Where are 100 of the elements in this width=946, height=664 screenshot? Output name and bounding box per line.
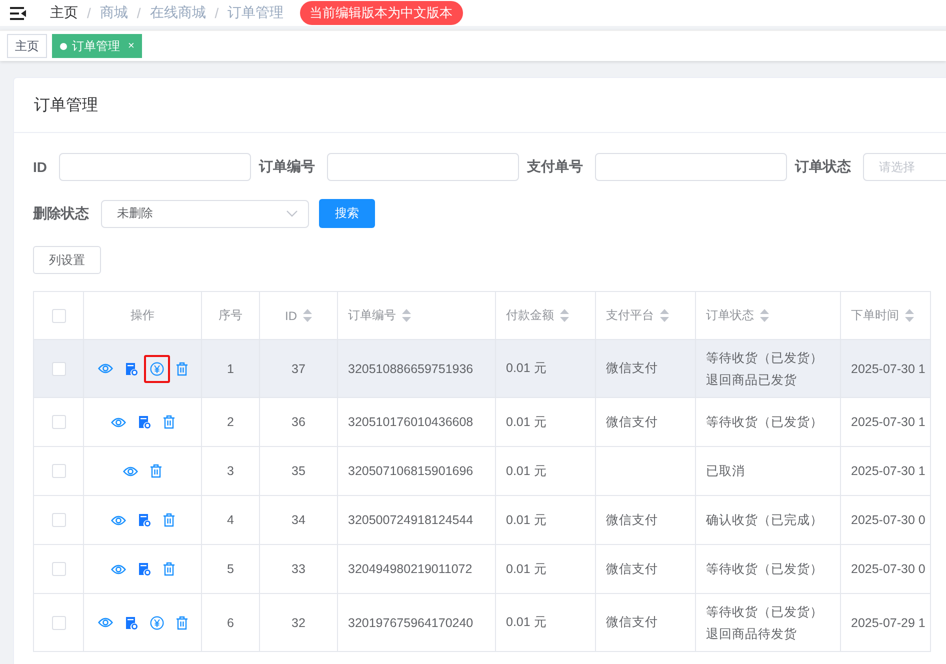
- input-field[interactable]: [595, 153, 787, 181]
- breadcrumb-item[interactable]: 主页: [50, 4, 78, 22]
- column-header: 订单状态: [706, 307, 754, 324]
- sort-icon[interactable]: [760, 309, 769, 322]
- breadcrumb-separator: /: [136, 5, 141, 21]
- table-cell: 4: [227, 513, 234, 527]
- eye-icon[interactable]: [110, 564, 126, 574]
- table-cell: 36: [292, 415, 306, 429]
- eye-icon[interactable]: [110, 416, 126, 428]
- table-cell: 0.01 元: [506, 414, 547, 428]
- eye-icon[interactable]: [98, 617, 112, 628]
- trash-icon[interactable]: [176, 362, 188, 376]
- menu-icon[interactable]: [10, 6, 26, 20]
- document-icon[interactable]: [138, 415, 150, 429]
- select-field[interactable]: 未删除: [101, 200, 309, 228]
- document-icon[interactable]: [138, 562, 150, 576]
- dot-icon: [60, 42, 67, 50]
- filter-label: 支付单号: [527, 158, 583, 176]
- table-cell: 33: [292, 562, 306, 576]
- table-cell: 微信支付: [606, 414, 658, 428]
- column-header: 序号: [218, 307, 242, 324]
- table-cell: 等待收货（已发货）: [706, 604, 823, 618]
- trash-icon[interactable]: [162, 415, 174, 429]
- eye-icon[interactable]: [110, 514, 126, 526]
- table-cell: 320507106815901696: [348, 464, 474, 478]
- checkbox[interactable]: [52, 415, 66, 430]
- breadcrumb-separator: /: [214, 5, 219, 21]
- column-header: 支付平台: [606, 307, 654, 324]
- checkbox[interactable]: [52, 562, 66, 576]
- table-cell: 34: [292, 513, 306, 527]
- table-cell: 35: [292, 464, 306, 478]
- eye-icon[interactable]: [123, 466, 138, 476]
- breadcrumb-separator: /: [87, 5, 91, 21]
- document-icon[interactable]: [124, 362, 138, 376]
- trash-icon[interactable]: [162, 562, 174, 576]
- table-cell: 2025-07-30 1: [851, 362, 926, 376]
- input-field[interactable]: [59, 153, 251, 181]
- checkbox[interactable]: [52, 616, 66, 630]
- card-title: 订单管理: [34, 96, 98, 116]
- checkbox[interactable]: [52, 362, 66, 376]
- table-cell: 0.01 元: [506, 464, 547, 478]
- table-cell: 微信支付: [606, 361, 658, 375]
- document-icon[interactable]: [124, 616, 138, 630]
- table-cell: 0.01 元: [506, 615, 547, 629]
- table-cell: 37: [292, 362, 306, 376]
- breadcrumb-item: 订单管理: [228, 4, 284, 22]
- table-cell: 退回商品已发货: [706, 372, 797, 386]
- sort-icon[interactable]: [402, 309, 411, 322]
- column-header: 订单编号: [348, 307, 396, 324]
- sort-icon[interactable]: [560, 309, 569, 322]
- table-cell: 微信支付: [606, 512, 658, 526]
- table-cell: 320500724918124544: [348, 513, 474, 527]
- table-cell: 2025-07-30 1: [851, 415, 926, 429]
- sort-icon[interactable]: [905, 309, 914, 322]
- document-icon[interactable]: [138, 513, 150, 527]
- table-cell: 1: [227, 362, 234, 376]
- table-cell: 2025-07-29 1: [851, 616, 926, 630]
- table-cell: 0.01 元: [506, 512, 547, 526]
- yuan-icon[interactable]: [150, 616, 164, 630]
- filter-label: 订单状态: [795, 158, 851, 176]
- column-header: 操作: [130, 307, 154, 324]
- trash-icon[interactable]: [162, 513, 174, 527]
- table-cell: 320510886659751936: [348, 362, 474, 376]
- table-cell: 6: [227, 616, 234, 630]
- yuan-icon[interactable]: [150, 362, 164, 376]
- table-cell: 320494980219011072: [348, 562, 472, 576]
- table-cell: 2025-07-30 0: [851, 562, 926, 576]
- search-button[interactable]: 搜索: [319, 199, 375, 228]
- table-cell: 等待收货（已发货）: [706, 415, 823, 429]
- trash-icon[interactable]: [176, 616, 188, 630]
- sort-icon[interactable]: [660, 309, 669, 322]
- column-header: ID: [285, 308, 297, 322]
- filter-label: ID: [33, 159, 47, 175]
- table-cell: 2: [227, 415, 234, 429]
- table-cell: 等待收货（已发货）: [706, 562, 823, 576]
- trash-icon[interactable]: [150, 464, 162, 478]
- table-cell: 微信支付: [606, 615, 658, 629]
- tab[interactable]: 主页: [7, 34, 47, 58]
- eye-icon[interactable]: [98, 363, 112, 374]
- column-header: 下单时间: [851, 307, 899, 324]
- table-cell: 已取消: [706, 464, 745, 478]
- version-badge: 当前编辑版本为中文版本: [300, 1, 463, 25]
- table-cell: 320510176010436608: [348, 415, 474, 429]
- column-header: 付款金额: [506, 307, 554, 324]
- table-cell: 确认收货（已完成）: [706, 513, 823, 527]
- table-cell: 退回商品待发货: [706, 626, 797, 640]
- sort-icon[interactable]: [303, 309, 312, 322]
- table-cell: 0.01 元: [506, 562, 547, 576]
- table-cell: 等待收货（已发货）: [706, 350, 823, 364]
- checkbox[interactable]: [52, 513, 66, 528]
- column-settings-button[interactable]: 列设置: [33, 246, 101, 274]
- input-field[interactable]: [327, 153, 519, 181]
- breadcrumb-item: 在线商城: [150, 4, 206, 22]
- table-cell: 2025-07-30 0: [851, 513, 926, 527]
- table-cell: 5: [227, 562, 234, 576]
- checkbox[interactable]: [52, 308, 66, 323]
- table-cell: 320197675964170240: [348, 616, 474, 630]
- checkbox[interactable]: [52, 464, 66, 478]
- table-cell: 3: [227, 464, 234, 478]
- filter-label: 删除状态: [33, 204, 89, 222]
